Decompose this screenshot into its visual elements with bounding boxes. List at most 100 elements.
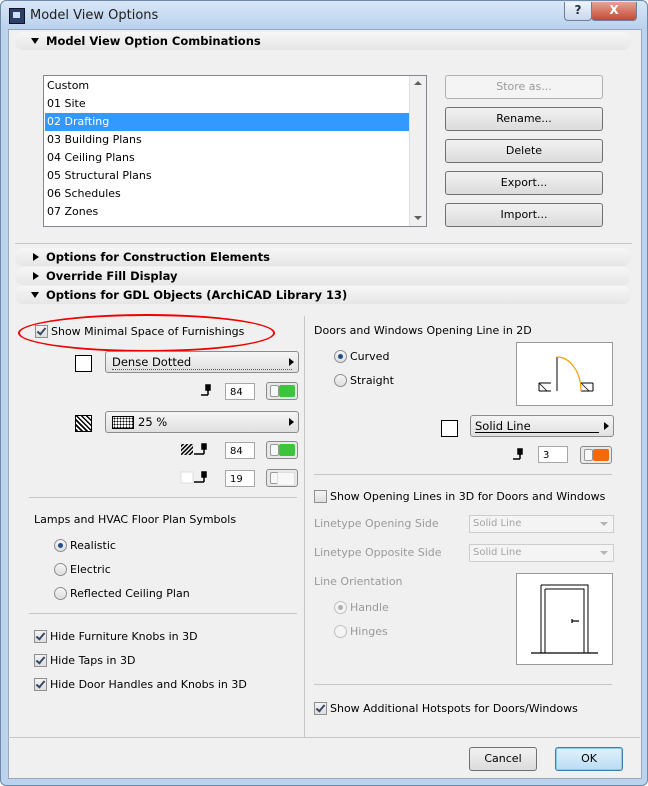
hide-taps-label: Hide Taps in 3D — [50, 654, 136, 667]
hide-door-handles-label: Hide Door Handles and Knobs in 3D — [50, 678, 247, 691]
hinges-label: Hinges — [350, 625, 388, 638]
export-button[interactable]: Export... — [445, 171, 603, 195]
app-icon — [9, 8, 25, 24]
toggle-color-fill — [593, 449, 609, 461]
toggle-color-fill — [277, 472, 295, 486]
toggle-knob — [270, 385, 279, 397]
toggle-knob — [584, 449, 593, 461]
section-construction-label: Options for Construction Elements — [46, 250, 270, 264]
section-combinations[interactable]: Model View Option Combinations — [15, 32, 631, 50]
dotted-line-sample — [112, 369, 292, 370]
collapsed-triangle-icon — [33, 253, 39, 261]
hide-taps-checkbox[interactable] — [34, 654, 47, 667]
hide-knobs-label: Hide Furniture Knobs in 3D — [50, 630, 198, 643]
curved-radio[interactable] — [334, 350, 347, 363]
line-pen-field[interactable]: 84 — [225, 383, 255, 400]
hide-door-handles-checkbox[interactable] — [34, 678, 47, 691]
opening-pen-toggle[interactable] — [580, 446, 612, 464]
popup-arrow-icon — [289, 358, 294, 366]
list-item[interactable]: 03 Building Plans — [45, 131, 409, 149]
linetype-opposite-select[interactable]: Solid Line — [469, 544, 614, 562]
list-item[interactable]: 07 Zones — [45, 203, 409, 221]
line-pen-toggle[interactable] — [266, 382, 298, 400]
electric-label: Electric — [70, 563, 111, 576]
cancel-button[interactable]: Cancel — [469, 747, 537, 771]
list-scrollbar[interactable] — [409, 76, 426, 226]
footer-divider — [8, 737, 640, 738]
opening-line-type-popup[interactable]: Solid Line — [470, 415, 614, 437]
import-button[interactable]: Import... — [445, 203, 603, 227]
curved-label: Curved — [350, 350, 390, 363]
title-bar: Model View Options ? X — [1, 1, 647, 29]
pen-icon — [201, 384, 211, 396]
popup-arrow-icon — [289, 418, 294, 426]
divider — [314, 474, 612, 475]
line-color-swatch[interactable] — [75, 355, 92, 372]
door-orientation-preview — [516, 573, 613, 665]
line-type-popup[interactable]: Dense Dotted — [105, 351, 299, 373]
hide-knobs-checkbox[interactable] — [34, 630, 47, 643]
red-annotation-oval — [18, 314, 275, 352]
fill-pattern-swatch[interactable] — [75, 415, 92, 432]
ok-button[interactable]: OK — [555, 747, 623, 771]
scroll-up-arrow-icon[interactable] — [414, 81, 422, 85]
collapsed-triangle-icon — [33, 272, 39, 280]
section-override-fill[interactable]: Override Fill Display — [15, 267, 631, 285]
list-item[interactable]: Custom — [45, 77, 409, 95]
list-item[interactable]: 01 Site — [45, 95, 409, 113]
divider — [15, 243, 632, 244]
background-pen-toggle[interactable] — [266, 469, 298, 487]
solid-line-sample — [475, 432, 599, 433]
toggle-knob — [270, 444, 279, 456]
list-item[interactable]: 06 Schedules — [45, 185, 409, 203]
help-button[interactable]: ? — [564, 2, 592, 21]
list-item[interactable]: 05 Structural Plans — [45, 167, 409, 185]
scroll-down-arrow-icon[interactable] — [414, 216, 422, 220]
section-gdl[interactable]: Options for GDL Objects (ArchiCAD Librar… — [15, 286, 631, 304]
linetype-opposite-label: Linetype Opposite Side — [314, 546, 442, 559]
divider — [29, 613, 297, 614]
show-opening-3d-checkbox[interactable] — [314, 490, 327, 503]
linetype-opening-label: Linetype Opening Side — [314, 517, 439, 530]
line-orientation-label: Line Orientation — [314, 575, 403, 588]
section-override-fill-label: Override Fill Display — [46, 269, 178, 283]
expanded-triangle-icon — [31, 38, 39, 44]
rename-button[interactable]: Rename... — [445, 107, 603, 131]
opening-pen-field[interactable]: 3 — [538, 446, 568, 463]
fill-pen-toggle[interactable] — [266, 441, 298, 459]
background-pen-field[interactable]: 19 — [225, 470, 255, 487]
delete-button[interactable]: Delete — [445, 139, 603, 163]
list-item[interactable]: 04 Ceiling Plans — [45, 149, 409, 167]
opening-line-preview — [516, 342, 613, 406]
fill-type-value: 25 % — [138, 415, 168, 429]
hinges-radio[interactable] — [334, 625, 347, 638]
section-construction[interactable]: Options for Construction Elements — [15, 248, 631, 266]
linetype-opening-select[interactable]: Solid Line — [469, 515, 614, 533]
realistic-radio[interactable] — [54, 539, 67, 552]
show-opening-3d-label: Show Opening Lines in 3D for Doors and W… — [330, 490, 606, 503]
hatch-pen-icon — [181, 443, 207, 455]
list-item-selected[interactable]: 02 Drafting — [45, 113, 409, 131]
linetype-opposite-value: Solid Line — [473, 547, 522, 558]
opening-line-type-value: Solid Line — [475, 419, 531, 433]
close-button[interactable]: X — [591, 2, 637, 21]
fill-type-popup[interactable]: 25 % — [105, 411, 299, 433]
opening-line-color-swatch[interactable] — [441, 420, 458, 437]
window-title: Model View Options — [30, 8, 159, 23]
store-as-button[interactable]: Store as... — [445, 75, 603, 99]
electric-radio[interactable] — [54, 563, 67, 576]
show-hotspots-label: Show Additional Hotspots for Doors/Windo… — [330, 702, 578, 715]
section-gdl-label: Options for GDL Objects (ArchiCAD Librar… — [46, 288, 348, 302]
show-hotspots-checkbox[interactable] — [314, 702, 327, 715]
reflected-ceiling-label: Reflected Ceiling Plan — [70, 587, 190, 600]
handle-radio[interactable] — [334, 601, 347, 614]
column-divider — [304, 316, 305, 738]
straight-radio[interactable] — [334, 374, 347, 387]
section-combinations-label: Model View Option Combinations — [46, 34, 261, 48]
pen-icon — [513, 448, 523, 460]
fill-pen-field[interactable]: 84 — [225, 442, 255, 459]
opening-line-header: Doors and Windows Opening Line in 2D — [314, 324, 532, 337]
reflected-ceiling-radio[interactable] — [54, 587, 67, 600]
popup-arrow-icon — [604, 422, 609, 430]
combinations-list[interactable]: Custom 01 Site 02 Drafting 03 Building P… — [43, 75, 427, 227]
